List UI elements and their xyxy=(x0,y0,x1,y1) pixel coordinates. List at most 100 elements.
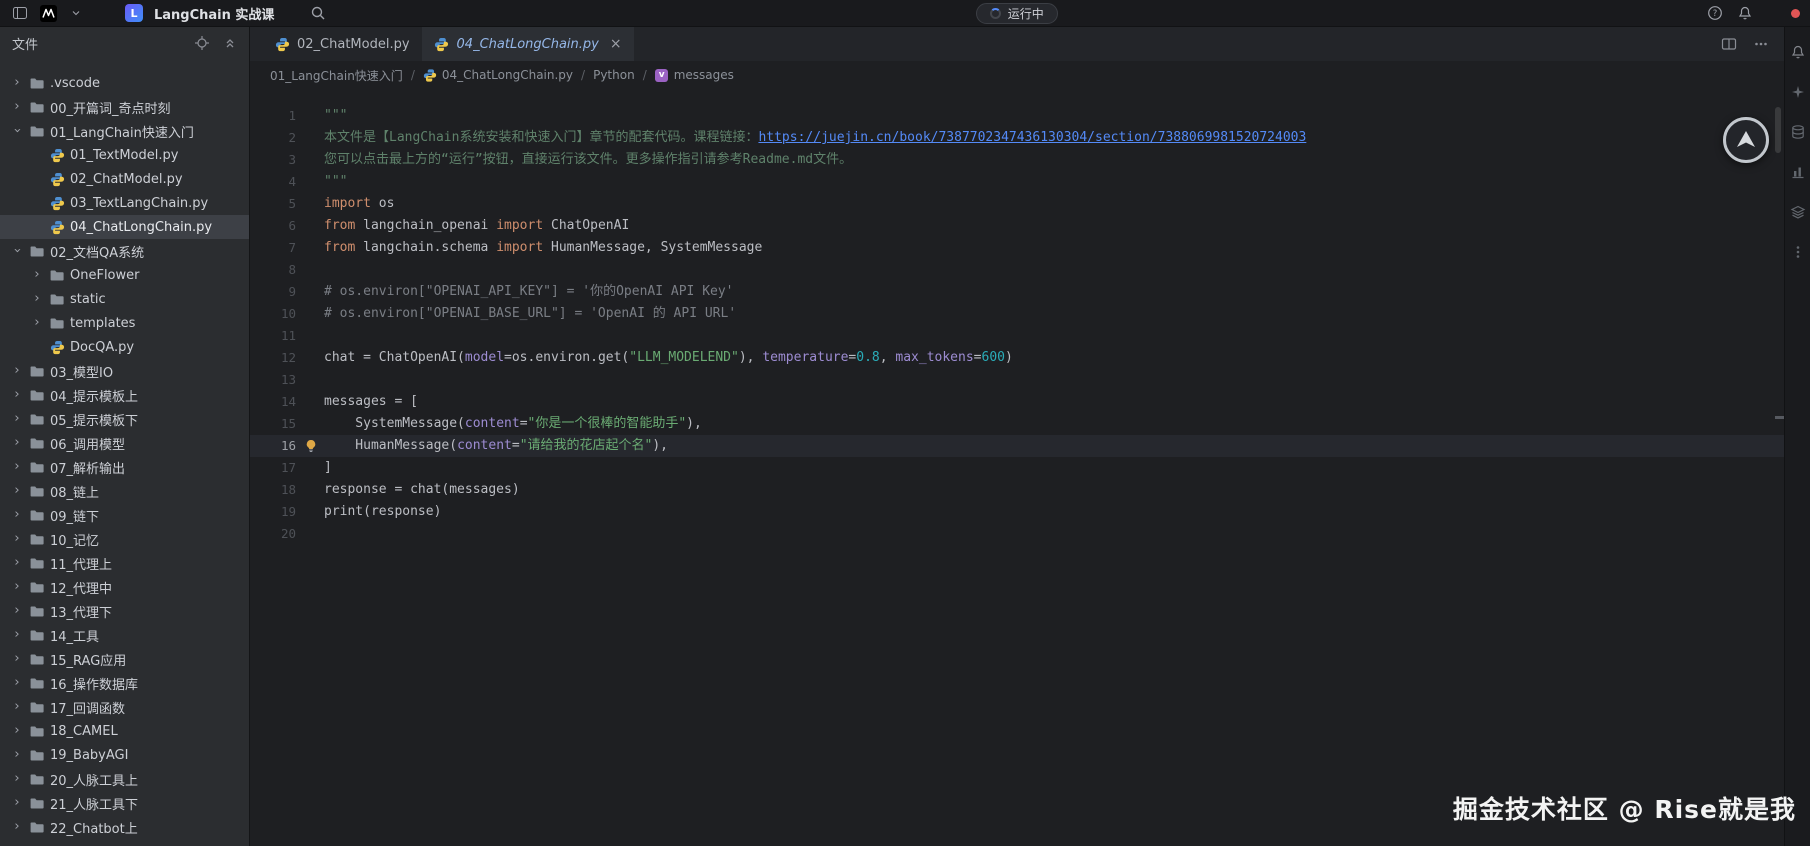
code-line[interactable]: 17] xyxy=(250,457,1784,479)
chevron-right-icon[interactable]: › xyxy=(10,508,24,521)
code-line[interactable]: 2本文件是【LangChain系统安装和快速入门】章节的配套代码。课程链接：ht… xyxy=(250,127,1784,149)
chevron-right-icon[interactable]: › xyxy=(10,364,24,377)
chevron-right-icon[interactable]: › xyxy=(10,652,24,665)
breadcrumb-item[interactable]: 04_ChatLongChain.py xyxy=(423,68,573,82)
chevron-right-icon[interactable]: › xyxy=(10,460,24,473)
tree-item[interactable]: 02_ChatModel.py xyxy=(0,167,249,191)
tree-item[interactable]: ›21_人脉工具下 xyxy=(0,791,249,815)
chevron-right-icon[interactable]: › xyxy=(10,100,24,113)
chevron-right-icon[interactable]: › xyxy=(30,292,44,305)
chevron-right-icon[interactable]: › xyxy=(10,604,24,617)
tree-item[interactable]: ›16_操作数据库 xyxy=(0,671,249,695)
chevron-right-icon[interactable]: › xyxy=(10,628,24,641)
tree-item[interactable]: ›11_代理上 xyxy=(0,551,249,575)
chevron-right-icon[interactable]: › xyxy=(10,772,24,785)
tree-item[interactable]: ›.vscode xyxy=(0,71,249,95)
code-line[interactable]: 18response = chat(messages) xyxy=(250,479,1784,501)
chevron-right-icon[interactable]: › xyxy=(10,580,24,593)
code-line[interactable]: 9# os.environ["OPENAI_API_KEY"] = '你的Ope… xyxy=(250,281,1784,303)
tree-item[interactable]: ›templates xyxy=(0,311,249,335)
chevron-right-icon[interactable]: › xyxy=(10,820,24,833)
tree-item[interactable]: ›09_链下 xyxy=(0,503,249,527)
tree-item[interactable]: ›04_提示模板上 xyxy=(0,383,249,407)
charts-icon[interactable] xyxy=(1789,163,1806,180)
code-line[interactable]: 4""" xyxy=(250,171,1784,193)
chevron-down-icon[interactable]: › xyxy=(11,123,24,137)
search-icon[interactable] xyxy=(308,3,328,23)
chevron-right-icon[interactable]: › xyxy=(10,388,24,401)
tree-item[interactable]: ›12_代理中 xyxy=(0,575,249,599)
tree-item[interactable]: ›22_Chatbot上 xyxy=(0,815,249,839)
tree-item[interactable]: 03_TextLangChain.py xyxy=(0,191,249,215)
notifications-icon[interactable] xyxy=(1735,3,1755,23)
chevron-right-icon[interactable]: › xyxy=(10,796,24,809)
help-icon[interactable]: ? xyxy=(1705,3,1725,23)
breadcrumb-item[interactable]: vmessages xyxy=(655,68,734,82)
code-line[interactable]: 7from langchain.schema import HumanMessa… xyxy=(250,237,1784,259)
breadcrumb-item[interactable]: 01_LangChain快速入门 xyxy=(270,67,403,84)
ide-logo-icon[interactable] xyxy=(38,3,58,23)
chevron-right-icon[interactable]: › xyxy=(10,724,24,737)
collapse-all-icon[interactable] xyxy=(221,34,239,52)
layers-icon[interactable] xyxy=(1789,203,1806,220)
tree-item[interactable]: ›01_LangChain快速入门 xyxy=(0,119,249,143)
chevron-right-icon[interactable]: › xyxy=(10,76,24,89)
chevron-right-icon[interactable]: › xyxy=(10,748,24,761)
tree-item[interactable]: ›20_人脉工具上 xyxy=(0,767,249,791)
code-line[interactable]: 20 xyxy=(250,523,1784,545)
tree-item[interactable]: ›17_回调函数 xyxy=(0,695,249,719)
tree-item[interactable]: 04_ChatLongChain.py xyxy=(0,215,249,239)
more-options-icon[interactable] xyxy=(1752,35,1770,53)
tree-item[interactable]: DocQA.py xyxy=(0,335,249,359)
tree-item[interactable]: ›08_链上 xyxy=(0,479,249,503)
code-line[interactable]: 11 xyxy=(250,325,1784,347)
code-line[interactable]: 10# os.environ["OPENAI_BASE_URL"] = 'Ope… xyxy=(250,303,1784,325)
code-line[interactable]: 5import os xyxy=(250,193,1784,215)
scrollbar[interactable] xyxy=(1775,107,1781,153)
project-name[interactable]: LangChain 实战课 xyxy=(154,4,274,23)
tree-item[interactable]: ›03_模型IO xyxy=(0,359,249,383)
split-editor-icon[interactable] xyxy=(1720,35,1738,53)
tree-item[interactable]: ›00_开篇词_奇点时刻 xyxy=(0,95,249,119)
database-icon[interactable] xyxy=(1789,123,1806,140)
code-line[interactable]: 19print(response) xyxy=(250,501,1784,523)
editor[interactable]: 1"""2本文件是【LangChain系统安装和快速入门】章节的配套代码。课程链… xyxy=(250,89,1784,846)
code-line[interactable]: 15 SystemMessage(content="你是一个很棒的智能助手"), xyxy=(250,413,1784,435)
ai-assistant-icon[interactable] xyxy=(1789,83,1806,100)
code-line[interactable]: 3您可以点击最上方的“运行”按钮，直接运行该文件。更多操作指引请参考Readme… xyxy=(250,149,1784,171)
code-line[interactable]: 6from langchain_openai import ChatOpenAI xyxy=(250,215,1784,237)
chevron-right-icon[interactable]: › xyxy=(30,316,44,329)
tree-item[interactable]: ›13_代理下 xyxy=(0,599,249,623)
project-badge-icon[interactable]: L xyxy=(124,3,144,23)
chevron-down-icon[interactable]: › xyxy=(11,243,24,257)
code-line[interactable]: 12chat = ChatOpenAI(model=os.environ.get… xyxy=(250,347,1784,369)
tree-item[interactable]: ›OneFlower xyxy=(0,263,249,287)
chevron-right-icon[interactable]: › xyxy=(10,436,24,449)
notifications-icon[interactable] xyxy=(1789,43,1806,60)
chevron-down-icon[interactable] xyxy=(66,3,86,23)
code-line[interactable]: 1""" xyxy=(250,105,1784,127)
tree-item[interactable]: ›23_Chatbot下 xyxy=(0,839,249,846)
code-line[interactable]: 8 xyxy=(250,259,1784,281)
intention-bulb-icon[interactable] xyxy=(304,439,318,453)
close-icon[interactable]: × xyxy=(610,37,622,51)
chevron-right-icon[interactable]: › xyxy=(10,532,24,545)
code-line[interactable]: 13 xyxy=(250,369,1784,391)
tree-item[interactable]: ›02_文档QA系统 xyxy=(0,239,249,263)
main-menu-icon[interactable] xyxy=(10,3,30,23)
tree-item[interactable]: ›07_解析输出 xyxy=(0,455,249,479)
tree-item[interactable]: ›15_RAG应用 xyxy=(0,647,249,671)
tree-item[interactable]: ›static xyxy=(0,287,249,311)
code-line[interactable]: 14messages = [ xyxy=(250,391,1784,413)
tab-04_ChatLongChain.py[interactable]: 04_ChatLongChain.py× xyxy=(422,27,634,61)
chevron-right-icon[interactable]: › xyxy=(10,676,24,689)
tree-item[interactable]: ›05_提示模板下 xyxy=(0,407,249,431)
more-icon[interactable] xyxy=(1789,243,1806,260)
chevron-right-icon[interactable]: › xyxy=(30,268,44,281)
tree-item[interactable]: 01_TextModel.py xyxy=(0,143,249,167)
tab-02_ChatModel.py[interactable]: 02_ChatModel.py xyxy=(262,27,422,61)
tree-item[interactable]: ›10_记忆 xyxy=(0,527,249,551)
tree-item[interactable]: ›14_工具 xyxy=(0,623,249,647)
code-line[interactable]: 16 HumanMessage(content="请给我的花店起个名"), xyxy=(250,435,1784,457)
select-opened-file-icon[interactable] xyxy=(193,34,211,52)
